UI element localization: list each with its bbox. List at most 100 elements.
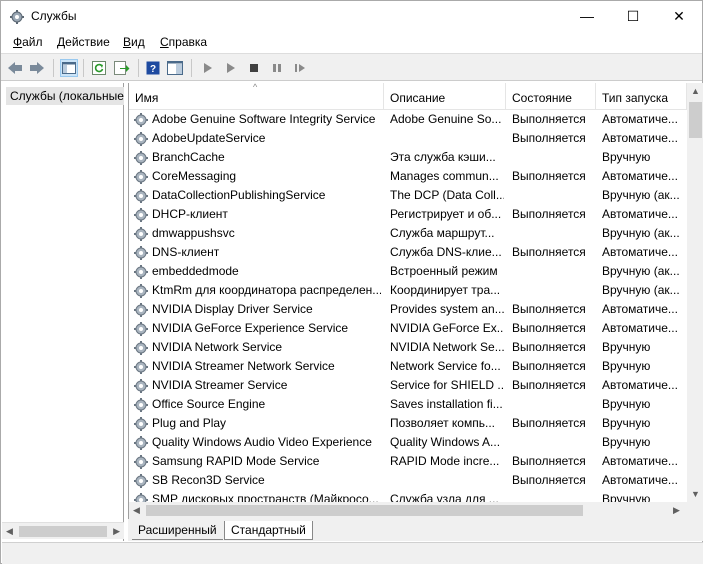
table-row[interactable]: AdobeUpdateService Выполняется Автоматиче.… <box>129 129 687 148</box>
pause-service-button[interactable] <box>268 59 286 77</box>
forward-icon <box>30 62 44 74</box>
tab-standard[interactable]: Стандартный <box>224 521 313 540</box>
scroll-right-icon[interactable]: ▶ <box>673 505 680 516</box>
scroll-thumb[interactable] <box>19 526 107 537</box>
service-name-cell: NVIDIA Display Driver Service <box>133 300 381 319</box>
table-row[interactable]: DHCP-клиент Регистрирует и об... Выполняет… <box>129 205 687 224</box>
back-button[interactable] <box>6 59 24 77</box>
close-button[interactable]: ✕ <box>656 1 702 31</box>
tab-extended-label: Расширенный <box>138 523 217 537</box>
table-row[interactable]: Samsung RAPID Mode Service RAPID Mode inc… <box>129 452 687 471</box>
menu-file[interactable]: Файл <box>13 35 43 49</box>
service-name-cell: Adobe Genuine Software Integrity Service <box>133 110 381 129</box>
table-row[interactable]: Adobe Genuine Software Integrity Service… <box>129 110 687 129</box>
table-row[interactable]: dmwappushsvc Служба маршрут... Вручную (ак… <box>129 224 687 243</box>
refresh-button[interactable] <box>90 59 108 77</box>
table-row[interactable]: Plug and Play Позволяет компь... Выполняет… <box>129 414 687 433</box>
service-name-cell: AdobeUpdateService <box>133 129 381 148</box>
service-name: SB Recon3D Service <box>152 473 265 487</box>
service-status: Выполняется <box>512 245 586 259</box>
export-list-icon <box>114 61 130 75</box>
restart-service-button[interactable] <box>291 59 309 77</box>
list-horizontal-scrollbar[interactable]: ◀ ▶ <box>129 502 687 519</box>
table-row[interactable]: KtmRm для координатора распределен... Коо… <box>129 281 687 300</box>
service-gear-icon <box>134 473 148 488</box>
table-row[interactable]: NVIDIA Network Service NVIDIA Network Se.… <box>129 338 687 357</box>
close-icon: ✕ <box>673 7 685 24</box>
service-name-cell: DataCollectionPublishingService <box>133 186 381 205</box>
service-name-cell: Office Source Engine <box>133 395 381 414</box>
table-row[interactable]: BranchCache Эта служба кэши... Вручную <box>129 148 687 167</box>
table-row[interactable]: NVIDIA GeForce Experience Service NVIDIA … <box>129 319 687 338</box>
scroll-down-icon[interactable]: ▼ <box>691 489 700 499</box>
service-name-cell: DNS-клиент <box>133 243 381 262</box>
tree-node-services-local[interactable]: Службы (локальные) <box>6 87 124 105</box>
service-description: Network Service fo... <box>390 359 501 373</box>
service-gear-icon <box>134 226 148 241</box>
service-startup-type: Автоматиче... <box>602 245 678 259</box>
maximize-button[interactable]: ☐ <box>610 1 656 31</box>
refresh-icon <box>92 61 106 75</box>
column-header-status[interactable]: Состояние <box>506 83 596 110</box>
menu-view[interactable]: Вид <box>123 35 145 49</box>
table-row[interactable]: embeddedmode Встроенный режим Вручную (ак.… <box>129 262 687 281</box>
export-list-button[interactable] <box>113 59 131 77</box>
column-header-name[interactable]: Имя <box>129 83 384 110</box>
scroll-left-icon[interactable]: ◀ <box>133 505 140 516</box>
tab-extended[interactable]: Расширенный <box>132 521 223 540</box>
start-service-alt-button[interactable] <box>222 59 240 77</box>
service-startup-type: Автоматиче... <box>602 302 678 316</box>
scroll-thumb[interactable] <box>146 505 583 516</box>
menu-action[interactable]: Действие <box>57 35 110 49</box>
toolbar-separator <box>138 59 139 77</box>
list-header: ^ Имя Описание Состояние Тип запуска <box>129 83 687 110</box>
list-vertical-scrollbar[interactable]: ▲ ▼ <box>687 83 703 502</box>
service-description: Служба DNS-клие... <box>390 245 502 259</box>
column-header-startup-type[interactable]: Тип запуска <box>596 83 687 110</box>
column-header-description[interactable]: Описание <box>384 83 506 110</box>
menu-view-label: ид <box>131 35 145 49</box>
properties-pane-button[interactable] <box>166 59 184 77</box>
service-name-cell: BranchCache <box>133 148 381 167</box>
table-row[interactable]: SB Recon3D Service Выполняется Автоматиче.… <box>129 471 687 490</box>
scroll-thumb[interactable] <box>689 102 702 138</box>
table-row[interactable]: DNS-клиент Служба DNS-клие... Выполняется А… <box>129 243 687 262</box>
menu-help[interactable]: Справка <box>160 35 207 49</box>
service-name-cell: NVIDIA Network Service <box>133 338 381 357</box>
service-name: NVIDIA Streamer Network Service <box>152 359 335 373</box>
scroll-up-icon[interactable]: ▲ <box>691 86 700 96</box>
table-row[interactable]: CoreMessaging Manages commun... Выполняетс… <box>129 167 687 186</box>
service-startup-type: Вручную (ак... <box>602 188 680 202</box>
service-gear-icon <box>134 359 148 374</box>
scroll-right-icon[interactable]: ▶ <box>113 526 120 537</box>
service-description: Регистрирует и об... <box>390 207 502 221</box>
service-startup-type: Вручную <box>602 416 651 430</box>
service-name: Quality Windows Audio Video Experience <box>152 435 372 449</box>
table-row[interactable]: DataCollectionPublishingService The DCP (… <box>129 186 687 205</box>
service-name-cell: NVIDIA Streamer Network Service <box>133 357 381 376</box>
table-row[interactable]: NVIDIA Streamer Service Service for SHIEL… <box>129 376 687 395</box>
stop-service-button[interactable] <box>245 59 263 77</box>
service-status <box>512 148 598 167</box>
start-service-button[interactable] <box>199 59 217 77</box>
minimize-button[interactable]: — <box>564 1 610 31</box>
menu-bar: Файл Действие Вид Справка <box>1 32 702 52</box>
service-startup-type: Вручную <box>602 435 651 449</box>
service-status: Выполняется <box>512 473 586 487</box>
service-description: Manages commun... <box>390 169 499 183</box>
table-row[interactable]: NVIDIA Streamer Network Service Network S… <box>129 357 687 376</box>
service-name: NVIDIA Display Driver Service <box>152 302 313 316</box>
tree-horizontal-scrollbar[interactable]: ◀ ▶ <box>2 522 124 539</box>
service-name-cell: NVIDIA GeForce Experience Service <box>133 319 381 338</box>
menu-view-accel: В <box>123 35 132 49</box>
status-bar <box>2 542 703 564</box>
forward-button[interactable] <box>28 59 46 77</box>
table-row[interactable]: Quality Windows Audio Video Experience Qu… <box>129 433 687 452</box>
table-row[interactable]: NVIDIA Display Driver Service Provides sy… <box>129 300 687 319</box>
scroll-left-icon[interactable]: ◀ <box>6 526 13 537</box>
help-button[interactable]: ? <box>144 59 162 77</box>
service-description <box>390 471 504 490</box>
table-row[interactable]: Office Source Engine Saves installation f… <box>129 395 687 414</box>
service-name: AdobeUpdateService <box>152 131 266 145</box>
show-hide-tree-button[interactable] <box>60 59 78 77</box>
